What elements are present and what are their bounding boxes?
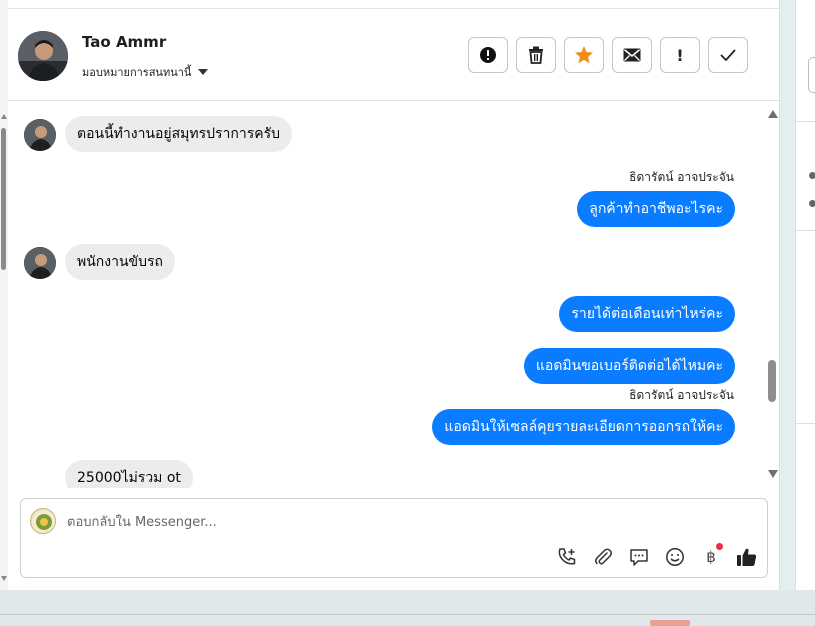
saved-replies-button[interactable] [627, 545, 651, 569]
attach-button[interactable] [591, 545, 615, 569]
notification-dot [716, 543, 723, 550]
location-icon [809, 200, 815, 207]
chat-bubble-icon [630, 549, 648, 566]
taskbar-item[interactable] [650, 620, 690, 626]
contact-avatar-small [24, 247, 56, 279]
composer-toolbar: ฿ [555, 543, 759, 569]
conversation-actions: ! [468, 37, 748, 73]
window-bottom-area [0, 590, 815, 626]
info-icon [809, 172, 815, 179]
divider [796, 230, 815, 231]
conversation-header: Tao Ammr มอบหมายการสนทนานี้ ! [8, 9, 780, 101]
outer-scrollbar[interactable] [0, 0, 8, 590]
contact-avatar-small [24, 119, 56, 151]
chat-panel: Tao Ammr มอบหมายการสนทนานี้ ! ตอนนี้ทำงา… [8, 0, 780, 590]
message-bubble: แอดมินขอเบอร์ติดต่อได้ไหมคะ [523, 348, 735, 384]
divider [796, 121, 815, 122]
scroll-down-arrow[interactable] [768, 470, 778, 478]
message-bubble: ตอนนี้ทำงานอยู่สมุทรปราการครับ [65, 116, 293, 152]
star-icon [575, 46, 593, 64]
baht-icon: ฿ [706, 548, 716, 566]
delete-button[interactable] [516, 37, 556, 73]
sender-name: ธิดารัตน์ อาจประจัน [629, 388, 734, 402]
check-icon [720, 49, 736, 61]
payment-button[interactable]: ฿ [699, 543, 723, 569]
message-bubble: 25000ไม่รวม ot [65, 460, 193, 488]
call-button[interactable] [555, 545, 579, 569]
divider [796, 423, 815, 424]
follow-up-button[interactable]: ! [660, 37, 700, 73]
scroll-thumb[interactable] [1, 128, 6, 270]
scroll-up-arrow[interactable] [1, 114, 7, 119]
divider [0, 614, 815, 615]
message-bubble: รายได้ต่อเดือนเท่าไหร่คะ [559, 296, 735, 332]
message-bubble: ลูกค้าทำอาชีพอะไรคะ [577, 191, 735, 227]
mark-done-button[interactable] [708, 37, 748, 73]
trash-icon [529, 46, 543, 64]
thumbs-up-icon [737, 548, 757, 566]
mail-icon [623, 48, 641, 62]
contact-name: Tao Ammr [82, 33, 167, 51]
sidebar-field[interactable] [808, 57, 815, 93]
like-button[interactable] [735, 545, 759, 569]
contact-avatar[interactable] [18, 31, 68, 81]
right-sidebar [795, 0, 815, 590]
message-thread[interactable]: ตอนนี้ทำงานอยู่สมุทรปราการครับ ธิดารัตน์… [8, 102, 780, 488]
reply-input[interactable] [67, 511, 667, 533]
page-avatar [30, 508, 56, 534]
sender-name: ธิดารัตน์ อาจประจัน [629, 170, 734, 184]
exclamation-icon: ! [676, 45, 684, 65]
scroll-up-arrow[interactable] [768, 110, 778, 118]
paperclip-icon [595, 548, 612, 565]
mark-unread-button[interactable] [612, 37, 652, 73]
message-bubble: พนักงานขับรถ [65, 244, 175, 280]
scroll-thumb[interactable] [768, 360, 776, 402]
phone-plus-icon [558, 548, 576, 565]
scroll-down-arrow[interactable] [1, 576, 7, 581]
thread-scrollbar[interactable] [766, 102, 780, 488]
assign-conversation-dropdown[interactable]: มอบหมายการสนทนานี้ [82, 63, 209, 81]
alert-circle-icon [480, 47, 496, 63]
reply-composer: ฿ [20, 498, 768, 578]
caret-down-icon [198, 69, 209, 75]
message-bubble: แอดมินให้เซลล์คุยรายละเอียดการออกรถให้คะ [432, 409, 735, 445]
emoji-button[interactable] [663, 545, 687, 569]
mark-spam-button[interactable] [468, 37, 508, 73]
star-button[interactable] [564, 37, 604, 73]
assign-label: มอบหมายการสนทนานี้ [82, 66, 192, 79]
smiley-icon [666, 548, 684, 566]
